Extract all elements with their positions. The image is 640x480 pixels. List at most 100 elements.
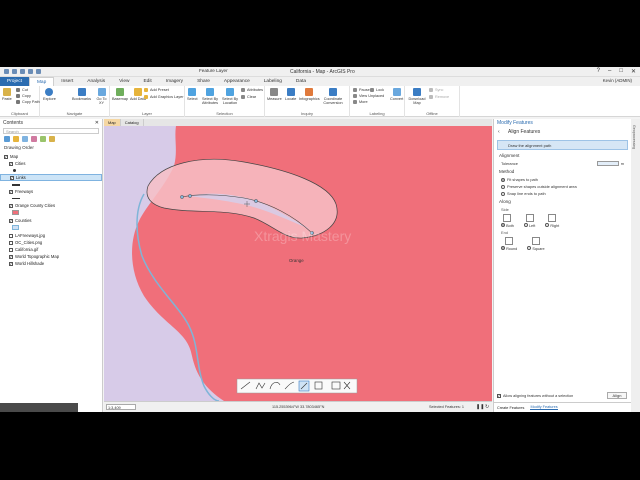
drawing-order-icon[interactable]: [4, 136, 10, 142]
layer-oc-cities-png[interactable]: OC_Cities.png: [0, 239, 102, 246]
tab-share[interactable]: Share: [190, 77, 217, 86]
selected-features-count[interactable]: Selected Features: 1: [429, 405, 464, 409]
geoprocessing-tab[interactable]: Geoprocessing: [632, 125, 636, 149]
save-icon[interactable]: [20, 69, 25, 74]
download-map-button[interactable]: Download Map: [408, 88, 426, 105]
layer-links[interactable]: ✓ Links: [0, 174, 102, 181]
maximize-icon[interactable]: □: [619, 68, 623, 75]
tolerance-unit[interactable]: m: [621, 161, 624, 166]
basemap-button[interactable]: Basemap: [112, 88, 128, 101]
tab-modify-features[interactable]: Modify Features: [530, 405, 558, 410]
open-icon[interactable]: [12, 69, 17, 74]
layer-checkbox[interactable]: ✓: [9, 161, 13, 166]
minimize-icon[interactable]: –: [608, 68, 611, 75]
layer-checkbox[interactable]: ✓: [9, 189, 13, 194]
map-canvas[interactable]: Orange Xtragis Mastery: [104, 126, 492, 401]
layer-checkbox[interactable]: [9, 247, 13, 252]
tab-appearance[interactable]: Appearance: [217, 77, 257, 86]
bookmarks-button[interactable]: Bookmarks: [72, 88, 91, 101]
layer-checkbox[interactable]: ✓: [9, 254, 13, 259]
end-round-option[interactable]: Round: [501, 237, 517, 251]
tolerance-input[interactable]: [596, 161, 619, 166]
measure-button[interactable]: Measure: [267, 88, 282, 101]
select-by-location-button[interactable]: Select By Location: [221, 88, 239, 105]
locate-button[interactable]: Locate: [285, 88, 296, 101]
clear-button[interactable]: Clear: [241, 95, 256, 99]
tab-analysis[interactable]: Analysis: [80, 77, 112, 86]
tab-catalog[interactable]: Catalog: [121, 119, 144, 126]
scale-selector[interactable]: 1:3,409: [106, 404, 136, 410]
sync-button[interactable]: Sync: [429, 88, 443, 92]
map-view[interactable]: Map Catalog Orange Xtragis Mastery 1:3,4…: [104, 119, 492, 412]
method-option[interactable]: Snap line ends to path: [501, 191, 624, 196]
labeling-list-icon[interactable]: [49, 136, 55, 142]
layer-checkbox[interactable]: ✓: [9, 203, 13, 208]
layer-checkbox[interactable]: ✓: [9, 218, 13, 223]
infographics-button[interactable]: Infographics: [299, 88, 320, 101]
layer-checkbox[interactable]: ✓: [4, 154, 8, 159]
snapping-list-icon[interactable]: [40, 136, 46, 142]
tab-project[interactable]: Project: [0, 77, 29, 86]
attributes-button[interactable]: Attributes: [241, 88, 263, 92]
lock-button[interactable]: Lock: [370, 88, 384, 92]
paste-button[interactable]: Paste: [2, 88, 12, 101]
layer-lafreeways-jpg[interactable]: LAFreeways.jpg: [0, 232, 102, 239]
editing-list-icon[interactable]: [31, 136, 37, 142]
contents-search-input[interactable]: Search: [3, 128, 99, 134]
end-square-option[interactable]: Square: [527, 237, 545, 251]
user-account[interactable]: Kevin (ADMIN): [603, 78, 632, 83]
close-icon[interactable]: ✕: [631, 68, 636, 75]
remove-button[interactable]: Remove: [429, 95, 449, 99]
convert-button[interactable]: Convert: [390, 88, 403, 101]
data-source-icon[interactable]: [13, 136, 19, 142]
method-option[interactable]: Fit shapes to path: [501, 177, 624, 182]
side-right-option[interactable]: Right: [545, 214, 559, 228]
tab-map-view[interactable]: Map: [104, 119, 121, 126]
add-preset-button[interactable]: Add Preset: [144, 88, 169, 92]
add-graphics-layer-button[interactable]: Add Graphics Layer: [144, 95, 184, 99]
redo-icon[interactable]: [36, 69, 41, 74]
layer-california-gif[interactable]: California.gif: [0, 246, 102, 253]
pane-close-icon[interactable]: ✕: [95, 120, 99, 126]
go-to-xy-button[interactable]: Go To XY: [94, 88, 109, 105]
allow-checkbox[interactable]: ✓: [497, 394, 501, 398]
tab-view[interactable]: View: [112, 77, 136, 86]
tab-create-features[interactable]: Create Features: [497, 406, 524, 410]
layer-world-hillshade[interactable]: ✓ World Hillshade: [0, 260, 102, 267]
radio-button[interactable]: [501, 177, 505, 182]
select-button[interactable]: Select: [187, 88, 198, 101]
select-by-attributes-button[interactable]: Select By Attributes: [201, 88, 219, 105]
coordinate-conversion-button[interactable]: Coordinate Conversion: [321, 88, 345, 105]
radio-button[interactable]: [501, 184, 505, 189]
layer-cities[interactable]: ✓ Cities: [0, 160, 102, 167]
tab-map[interactable]: Map: [28, 77, 55, 86]
layer-freeways[interactable]: ✓ Freeways: [0, 188, 102, 195]
layer-counties[interactable]: ✓ Counties: [0, 217, 102, 224]
vertex-marker[interactable]: [180, 195, 184, 199]
tab-labeling[interactable]: Labeling: [257, 77, 289, 86]
vertex-marker[interactable]: [188, 194, 192, 198]
side-both-option[interactable]: Both: [501, 214, 514, 228]
refresh-icon[interactable]: ↻: [485, 404, 489, 410]
layer-orange-county-cities[interactable]: ✓ Orange County Cities: [0, 202, 102, 209]
radio-button[interactable]: [501, 191, 505, 196]
selection-list-icon[interactable]: [22, 136, 28, 142]
copy-path-button[interactable]: Copy Path: [16, 100, 40, 104]
tab-imagery[interactable]: Imagery: [159, 77, 190, 86]
tab-edit[interactable]: Edit: [136, 77, 158, 86]
more-button[interactable]: More: [353, 100, 368, 104]
layer-checkbox[interactable]: ✓: [9, 261, 13, 266]
tab-insert[interactable]: Insert: [54, 77, 80, 86]
layer-checkbox[interactable]: [9, 233, 13, 238]
layer-checkbox[interactable]: ✓: [10, 175, 14, 180]
explore-button[interactable]: Explore: [43, 88, 56, 101]
pause-drawing-icon[interactable]: ❚❚: [476, 404, 484, 410]
vertex-marker[interactable]: [254, 199, 258, 203]
back-arrow-icon[interactable]: ‹: [498, 129, 500, 135]
method-option[interactable]: Preserve shapes outside alignment area: [501, 184, 624, 189]
copy-button[interactable]: Copy: [16, 94, 31, 98]
tab-data[interactable]: Data: [289, 77, 313, 86]
new-project-icon[interactable]: [4, 69, 9, 74]
cut-button[interactable]: Cut: [16, 88, 28, 92]
side-left-option[interactable]: Left: [523, 214, 535, 228]
